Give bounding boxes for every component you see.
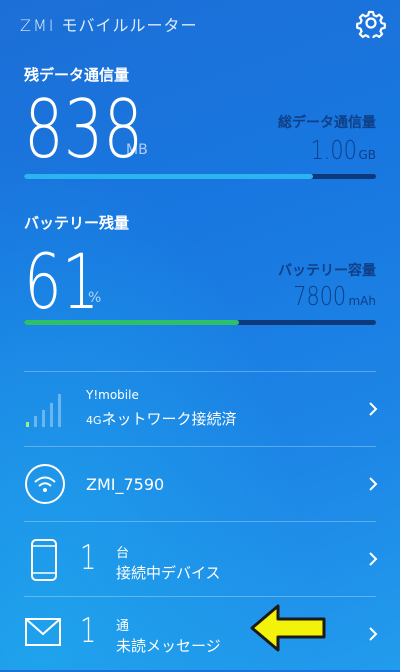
battery-bar-fill: [24, 320, 239, 325]
message-count-unit: 通: [116, 619, 130, 634]
message-count: 1: [80, 611, 97, 651]
gear-icon[interactable]: [356, 8, 386, 38]
data-usage-bar: [24, 174, 376, 179]
battery-bar: [24, 320, 376, 325]
battery-capacity-label: バッテリー容量: [278, 263, 376, 279]
header: ZMI モバイルルーター: [0, 0, 400, 44]
brand-logo: ZMI: [20, 16, 56, 35]
network-row[interactable]: Y!mobile 4Gネットワーク接続済: [0, 372, 400, 447]
chevron-right-icon: [369, 477, 378, 491]
data-usage-bar-fill: [24, 174, 313, 179]
device-count: 1: [80, 538, 97, 578]
devices-row[interactable]: 1 台 接続中デバイス: [0, 522, 400, 597]
network-status: 4Gネットワーク接続済: [86, 408, 237, 429]
data-total-value: 1.00: [310, 136, 357, 166]
battery-capacity-unit: mAh: [348, 294, 376, 308]
data-total: 1.00 GB: [299, 136, 376, 166]
messages-label: 未読メッセージ: [116, 637, 221, 655]
wifi-row[interactable]: ZMI_7590: [0, 447, 400, 522]
data-remaining-value: 838: [24, 83, 144, 176]
annotation-arrow-icon: [250, 604, 326, 652]
wifi-ssid: ZMI_7590: [86, 475, 165, 494]
signal-bars-icon: [26, 394, 61, 427]
data-remaining-unit: MB: [126, 142, 148, 158]
data-total-label: 総データ通信量: [278, 115, 376, 131]
carrier-name: Y!mobile: [86, 388, 139, 402]
mail-icon: [25, 618, 61, 646]
battery-capacity: 7800 mAh: [280, 282, 376, 312]
battery-panel: バッテリー残量 61 % バッテリー容量 7800 mAh: [24, 212, 376, 332]
app-title: ZMI モバイルルーター: [20, 12, 198, 36]
battery-remaining-label: バッテリー残量: [24, 214, 130, 232]
data-usage-panel: 残データ通信量 838 MB 総データ通信量 1.00 GB: [24, 64, 376, 184]
app-name: モバイルルーター: [61, 16, 198, 35]
data-total-unit: GB: [358, 148, 376, 162]
chevron-right-icon: [369, 552, 378, 566]
data-remaining-label: 残データ通信量: [24, 66, 130, 84]
chevron-right-icon: [369, 402, 378, 416]
battery-capacity-value: 7800: [293, 282, 347, 312]
battery-remaining-unit: %: [88, 290, 102, 306]
devices-label: 接続中デバイス: [116, 564, 221, 582]
chevron-right-icon: [369, 627, 378, 641]
network-status-text: ネットワーク接続済: [101, 410, 237, 428]
network-gen: 4G: [86, 414, 102, 427]
messages-row[interactable]: 1 通 未読メッセージ: [0, 597, 400, 672]
device-count-unit: 台: [116, 546, 130, 561]
battery-remaining-value: 61: [24, 237, 100, 326]
wifi-icon: [25, 464, 65, 504]
phone-icon: [31, 539, 57, 581]
